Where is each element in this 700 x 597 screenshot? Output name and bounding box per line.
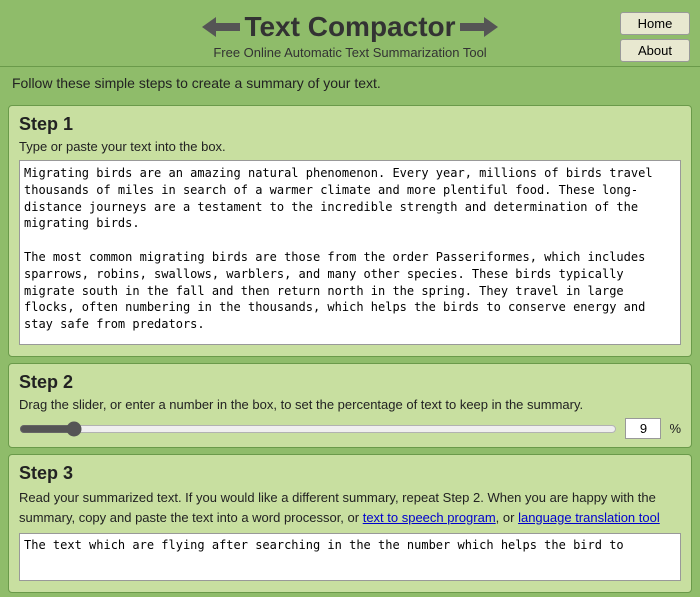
text-input[interactable] <box>19 160 681 345</box>
percent-input[interactable] <box>625 418 661 439</box>
home-button[interactable]: Home <box>620 12 690 35</box>
output-text[interactable] <box>19 533 681 581</box>
title-text: Text Compactor <box>244 11 455 43</box>
site-subtitle: Free Online Automatic Text Summarization… <box>80 45 620 60</box>
step3-description: Read your summarized text. If you would … <box>19 488 681 527</box>
intro-section: Follow these simple steps to create a su… <box>0 66 700 99</box>
header-center: Text Compactor Free Online Automatic Tex… <box>80 11 620 60</box>
step2-description: Drag the slider, or enter a number in th… <box>19 397 681 412</box>
translation-link[interactable]: language translation tool <box>518 510 660 525</box>
step3-box: Step 3 Read your summarized text. If you… <box>8 454 692 593</box>
left-arrow-icon <box>202 17 240 37</box>
tts-link[interactable]: text to speech program <box>363 510 496 525</box>
step2-title: Step 2 <box>19 372 681 393</box>
right-arrow-icon <box>460 17 498 37</box>
step3-desc-mid: , or <box>496 510 518 525</box>
slider-container: % <box>19 418 681 439</box>
about-button[interactable]: About <box>620 39 690 62</box>
percent-slider[interactable] <box>19 419 617 439</box>
header: Text Compactor Free Online Automatic Tex… <box>0 0 700 66</box>
step1-title: Step 1 <box>19 114 681 135</box>
step3-title: Step 3 <box>19 463 681 484</box>
site-title: Text Compactor <box>80 11 620 43</box>
intro-text: Follow these simple steps to create a su… <box>12 75 381 91</box>
step2-box: Step 2 Drag the slider, or enter a numbe… <box>8 363 692 448</box>
nav-buttons: Home About <box>620 12 690 62</box>
percent-symbol: % <box>669 421 681 436</box>
step1-box: Step 1 Type or paste your text into the … <box>8 105 692 357</box>
step1-description: Type or paste your text into the box. <box>19 139 681 154</box>
